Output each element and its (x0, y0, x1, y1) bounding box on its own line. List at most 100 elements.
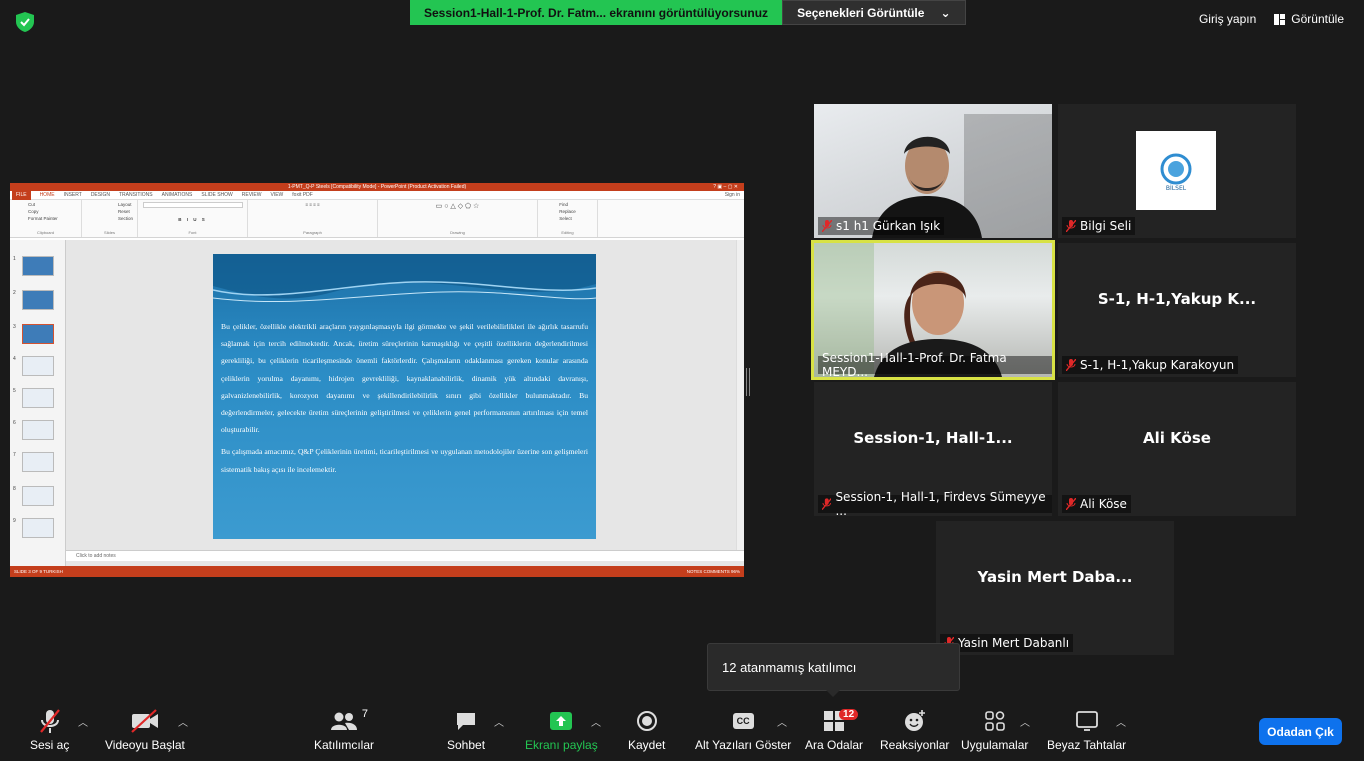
slide-paragraph-1: Bu çelikler, özellikle elektrikli araçla… (221, 322, 588, 435)
section-button[interactable]: Section (118, 216, 133, 221)
video-options-caret-icon[interactable]: ︿ (178, 714, 188, 729)
slide-thumb-1[interactable] (22, 256, 54, 276)
whiteboard-icon (1075, 711, 1098, 731)
slide-thumb-5[interactable] (22, 388, 54, 408)
meeting-toolbar: Sesi aç ︿ Videoyu Başlat ︿ 7 Katılımcıla… (0, 700, 1364, 761)
sign-in-link[interactable]: Giriş yapın (1199, 12, 1256, 26)
closed-captions-icon: CC (732, 713, 754, 729)
muted-mic-icon (1066, 359, 1076, 371)
participants-button[interactable]: 7 Katılımcılar (314, 708, 374, 752)
tab-file[interactable]: FILE (12, 190, 31, 200)
participant-display-name: Ali Köse (1143, 429, 1211, 447)
slide-scrollbar[interactable] (736, 240, 744, 550)
share-banner: Session1-Hall-1-Prof. Dr. Fatm... ekranı… (410, 0, 966, 25)
tab-animations[interactable]: ANIMATIONS (162, 192, 193, 198)
font-group: B I U S Font (138, 200, 248, 237)
editing-group: Find Replace Select Editing (538, 200, 598, 237)
current-slide[interactable]: Bu çelikler, özellikle elektrikli araçla… (213, 254, 596, 539)
slide-number: 3 (13, 324, 16, 330)
start-video-button[interactable]: Videoyu Başlat (105, 708, 185, 752)
replace-button[interactable]: Replace (559, 209, 576, 214)
bilsel-logo-icon: BİLSEL (1160, 153, 1192, 192)
chat-options-caret-icon[interactable]: ︿ (494, 714, 504, 729)
video-tile-fatma-active-speaker[interactable]: Session1-Hall-1-Prof. Dr. Fatma MEYD... (811, 240, 1055, 380)
chat-button[interactable]: Sohbet (447, 708, 485, 752)
participant-name: Bilgi Seli (1062, 217, 1136, 235)
breakout-rooms-button[interactable]: 12 Ara Odalar (805, 708, 863, 752)
share-options-caret-icon[interactable]: ︿ (591, 714, 601, 729)
apps-button[interactable]: Uygulamalar (961, 708, 1028, 752)
cut-button[interactable]: Cut (28, 202, 58, 207)
view-options-label: Seçenekleri Görüntüle (797, 5, 925, 20)
slide-thumb-9[interactable] (22, 518, 54, 538)
tab-review[interactable]: REVIEW (242, 192, 262, 198)
participants-icon (331, 712, 357, 730)
tab-insert[interactable]: INSERT (64, 192, 82, 198)
slide-thumb-8[interactable] (22, 486, 54, 506)
video-tile-bilgi-seli[interactable]: BİLSEL Bilgi Seli (1058, 104, 1296, 238)
unmute-button[interactable]: Sesi aç (30, 708, 69, 752)
clipboard-label: Clipboard (36, 230, 55, 235)
slide-thumb-7[interactable] (22, 452, 54, 472)
reactions-button[interactable]: Reaksiyonlar (880, 708, 949, 752)
video-tile-yasin[interactable]: Yasin Mert Daba... Yasin Mert Dabanlı (936, 521, 1174, 655)
microphone-muted-icon (39, 709, 60, 733)
slide-thumb-3[interactable] (22, 324, 54, 344)
smiley-plus-icon (904, 710, 925, 731)
chevron-down-icon: ⌄ (940, 5, 951, 20)
reset-button[interactable]: Reset (118, 209, 133, 214)
view-button[interactable]: Görüntüle (1274, 12, 1344, 26)
participant-display-name: Session-1, Hall-1... (853, 429, 1013, 447)
drawing-group: ▭ ○ △ ◇ ⬠ ☆ Drawing (378, 200, 538, 237)
whiteboard-button[interactable]: Beyaz Tahtalar (1047, 708, 1126, 752)
record-icon (636, 711, 657, 731)
slide-number: 9 (13, 518, 16, 524)
video-tile-firdevs[interactable]: Session-1, Hall-1... Session-1, Hall-1, … (814, 382, 1052, 516)
tab-design[interactable]: DESIGN (91, 192, 110, 198)
share-notice: Session1-Hall-1-Prof. Dr. Fatm... ekranı… (410, 0, 783, 25)
slide-body-text: Bu çelikler, özellikle elektrikli araçla… (221, 318, 588, 483)
slide-number: 2 (13, 290, 16, 296)
shield-icon[interactable] (16, 12, 34, 32)
slide-thumb-2[interactable] (22, 290, 54, 310)
video-tile-gurkan[interactable]: s1 h1 Gürkan Işık (814, 104, 1052, 238)
format-painter-button[interactable]: Format Painter (28, 216, 58, 221)
captions-options-caret-icon[interactable]: ︿ (777, 714, 787, 729)
whiteboard-options-caret-icon[interactable]: ︿ (1116, 714, 1126, 729)
muted-mic-icon (1066, 220, 1076, 232)
share-screen-button[interactable]: Ekranı paylaş (525, 708, 598, 752)
tab-slide-show[interactable]: SLIDE SHOW (201, 192, 232, 198)
participant-name: Session1-Hall-1-Prof. Dr. Fatma MEYD... (818, 351, 1052, 377)
select-button[interactable]: Select (559, 216, 576, 221)
ribbon-tabs: FILE HOME INSERT DESIGN TRANSITIONS ANIM… (10, 190, 744, 200)
paragraph-label: Paragraph (303, 230, 322, 235)
tab-transitions[interactable]: TRANSITIONS (119, 192, 153, 198)
notes-pane[interactable]: Click to add notes (66, 550, 744, 561)
powerpoint-statusbar: SLIDE 3 OF 9 TURKISH NOTES COMMENTS 96% (10, 566, 744, 577)
video-tile-yakup[interactable]: S-1, H-1,Yakup K... S-1, H-1,Yakup Karak… (1058, 243, 1296, 377)
slide-thumb-6[interactable] (22, 420, 54, 440)
paragraph-group: ≡ ≡ ≡ ≡ Paragraph (248, 200, 378, 237)
copy-button[interactable]: Copy (28, 209, 58, 214)
apps-options-caret-icon[interactable]: ︿ (1020, 714, 1030, 729)
leave-meeting-button[interactable]: Odadan Çık (1259, 718, 1342, 745)
video-tile-ali[interactable]: Ali Köse Ali Köse (1058, 382, 1296, 516)
font-name-box[interactable] (142, 202, 243, 208)
shapes-gallery[interactable]: ▭ ○ △ ◇ ⬠ ☆ (436, 202, 480, 222)
participant-display-name: Yasin Mert Daba... (977, 568, 1133, 586)
pp-sign-in[interactable]: Sign in (725, 192, 740, 198)
splitter-handle[interactable] (746, 368, 750, 396)
status-slide-info: SLIDE 3 OF 9 TURKISH (14, 569, 63, 574)
paragraph-icons: ≡ ≡ ≡ ≡ (305, 202, 320, 207)
tab-home[interactable]: HOME (40, 192, 55, 198)
record-button[interactable]: Kaydet (628, 708, 665, 752)
layout-button[interactable]: Layout (118, 202, 133, 207)
tab-view[interactable]: VIEW (271, 192, 284, 198)
breakout-count-badge: 12 (839, 709, 859, 720)
find-button[interactable]: Find (559, 202, 576, 207)
view-options-button[interactable]: Seçenekleri Görüntüle ⌄ (782, 0, 966, 25)
slide-thumbnails: 1 2 3 4 5 6 7 8 9 (10, 240, 66, 566)
slide-thumb-4[interactable] (22, 356, 54, 376)
audio-options-caret-icon[interactable]: ︿ (78, 714, 88, 729)
tab-foxit[interactable]: foxit PDF (292, 192, 313, 198)
